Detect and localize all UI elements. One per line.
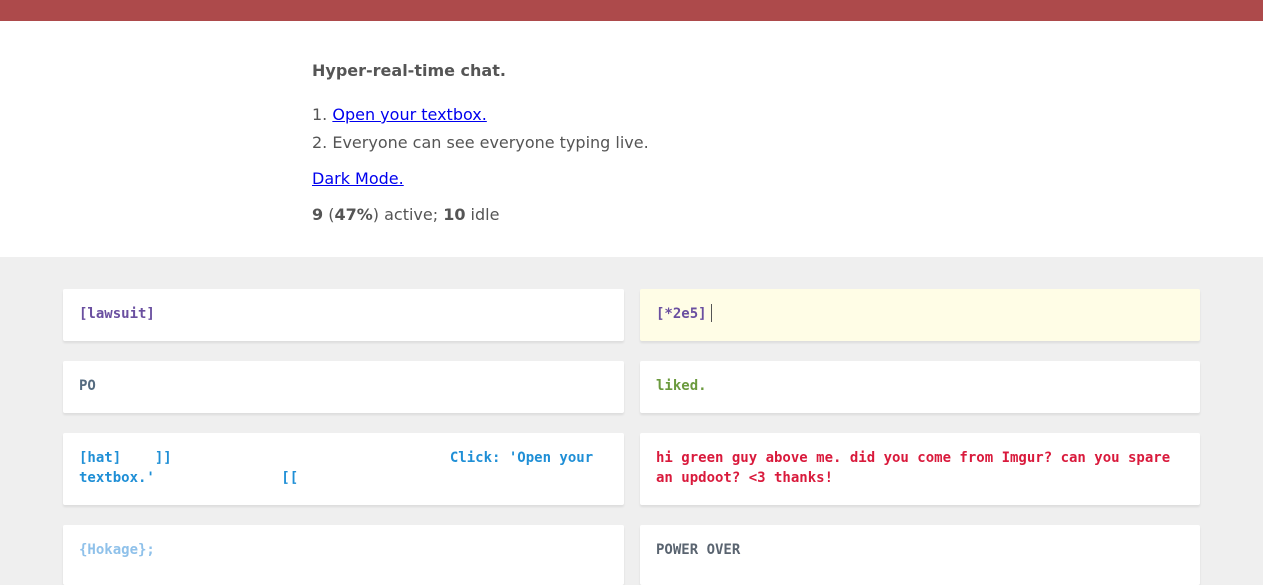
dark-mode-row: Dark Mode. [312, 169, 404, 188]
chat-box: POWER OVER [640, 525, 1200, 585]
chat-text: POWER OVER [656, 542, 741, 558]
user-stats: 9 (47%) active; 10 idle [312, 205, 499, 224]
text-cursor [710, 304, 712, 322]
intro-section: Hyper-real-time chat. 1. Open your textb… [0, 21, 1263, 257]
chat-text: hi green guy above me. did you come from… [656, 450, 1179, 486]
dark-mode-link[interactable]: Dark Mode. [312, 169, 404, 188]
idle-count: 10 [443, 205, 466, 224]
chat-box: PO [63, 361, 624, 413]
chat-text: [*2e5] [656, 306, 707, 322]
own-chat-box[interactable]: [*2e5] [640, 289, 1200, 341]
step-one: 1. Open your textbox. [312, 105, 487, 124]
step-two: 2. Everyone can see everyone typing live… [312, 133, 649, 152]
active-count: 9 [312, 205, 324, 224]
chat-box: {Hokage}; [63, 525, 624, 585]
step-one-prefix: 1. [312, 105, 333, 124]
chat-box: [lawsuit] [63, 289, 624, 341]
chat-text: PO [79, 378, 96, 394]
chat-box: hi green guy above me. did you come from… [640, 433, 1200, 505]
stats-idle-text: idle [465, 205, 500, 224]
chat-text: [hat] ]] Click: 'Open your textbox.' [[ [79, 450, 602, 486]
headline: Hyper-real-time chat. [312, 61, 506, 80]
chat-text: [lawsuit] [79, 306, 155, 322]
chat-text: {Hokage}; [79, 542, 155, 558]
chat-box: liked. [640, 361, 1200, 413]
chat-text: liked. [656, 378, 707, 394]
stats-active-text: ) active; [372, 205, 444, 224]
chat-grid: [lawsuit] [*2e5] PO liked. [hat] ]] Clic… [0, 257, 1263, 585]
chat-box: [hat] ]] Click: 'Open your textbox.' [[ [63, 433, 624, 505]
stats-paren-open: ( [323, 205, 335, 224]
open-textbox-link[interactable]: Open your textbox. [332, 105, 486, 124]
top-bar [0, 0, 1263, 21]
active-percent: 47% [334, 205, 373, 224]
